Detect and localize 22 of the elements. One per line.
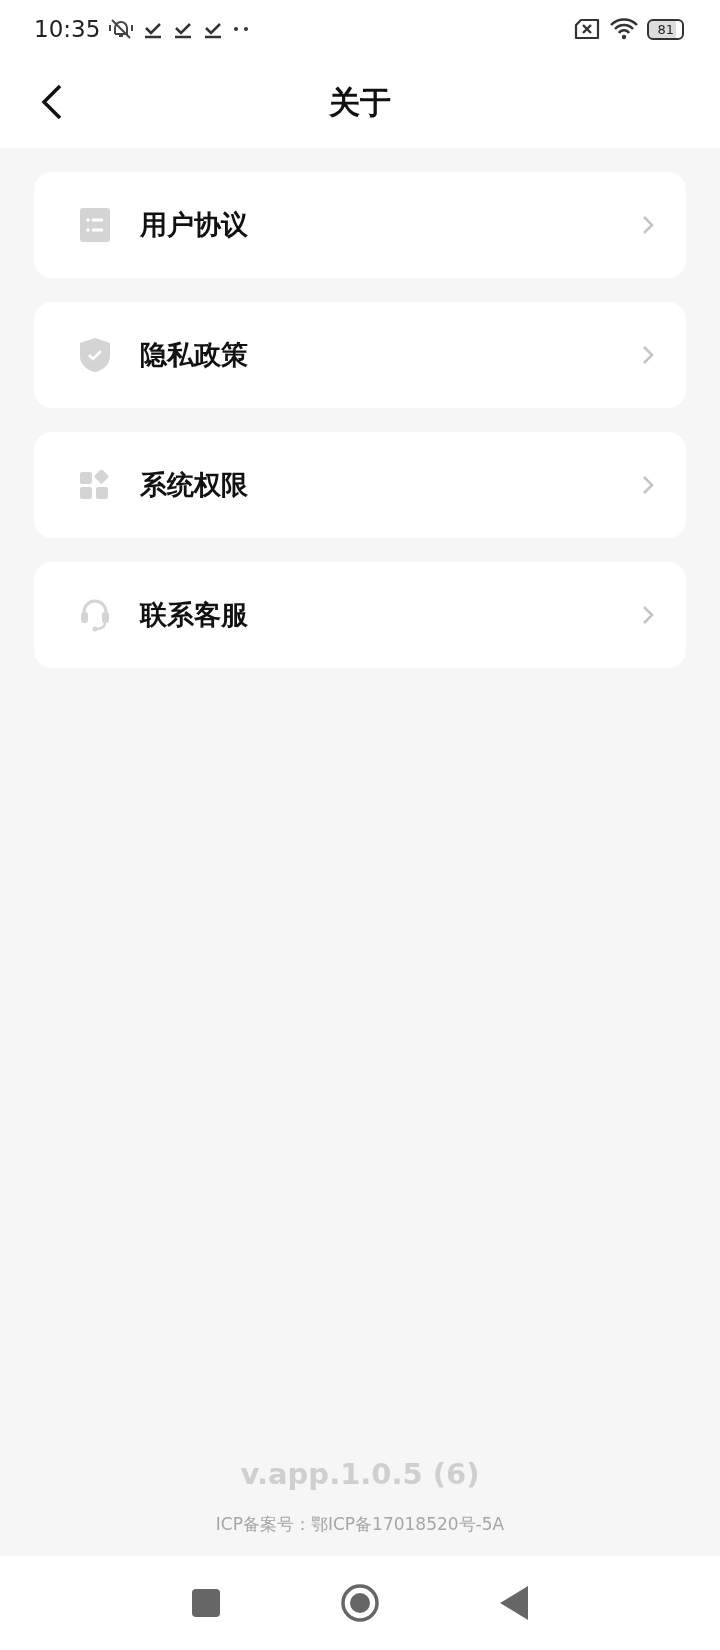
- page-title: 关于: [329, 83, 391, 122]
- list-document-icon: [80, 208, 110, 242]
- no-sim-icon: [573, 18, 602, 40]
- wifi-icon: [609, 17, 640, 41]
- chevron-right-icon: [642, 475, 654, 495]
- status-time: 10:35: [34, 16, 101, 42]
- chevron-right-icon: [642, 345, 654, 365]
- back-triangle-icon[interactable]: [500, 1586, 528, 1620]
- icp-record-text: ICP备案号：鄂ICP备17018520号-5A: [214, 1513, 506, 1536]
- more-dots-icon: [232, 25, 251, 33]
- menu-item[interactable]: 隐私政策: [34, 302, 686, 408]
- shield-check-icon: [80, 338, 110, 372]
- menu-item[interactable]: 用户协议: [34, 172, 686, 278]
- menu-item[interactable]: 联系客服: [34, 562, 686, 668]
- chevron-right-icon: [642, 215, 654, 235]
- menu-item[interactable]: 系统权限: [34, 432, 686, 538]
- bell-off-icon: [108, 17, 135, 41]
- headset-icon: [80, 598, 110, 632]
- home-icon[interactable]: [340, 1583, 380, 1623]
- battery-indicator: 81: [647, 18, 684, 40]
- apps-icon: [80, 470, 110, 500]
- chevron-right-icon: [642, 605, 654, 625]
